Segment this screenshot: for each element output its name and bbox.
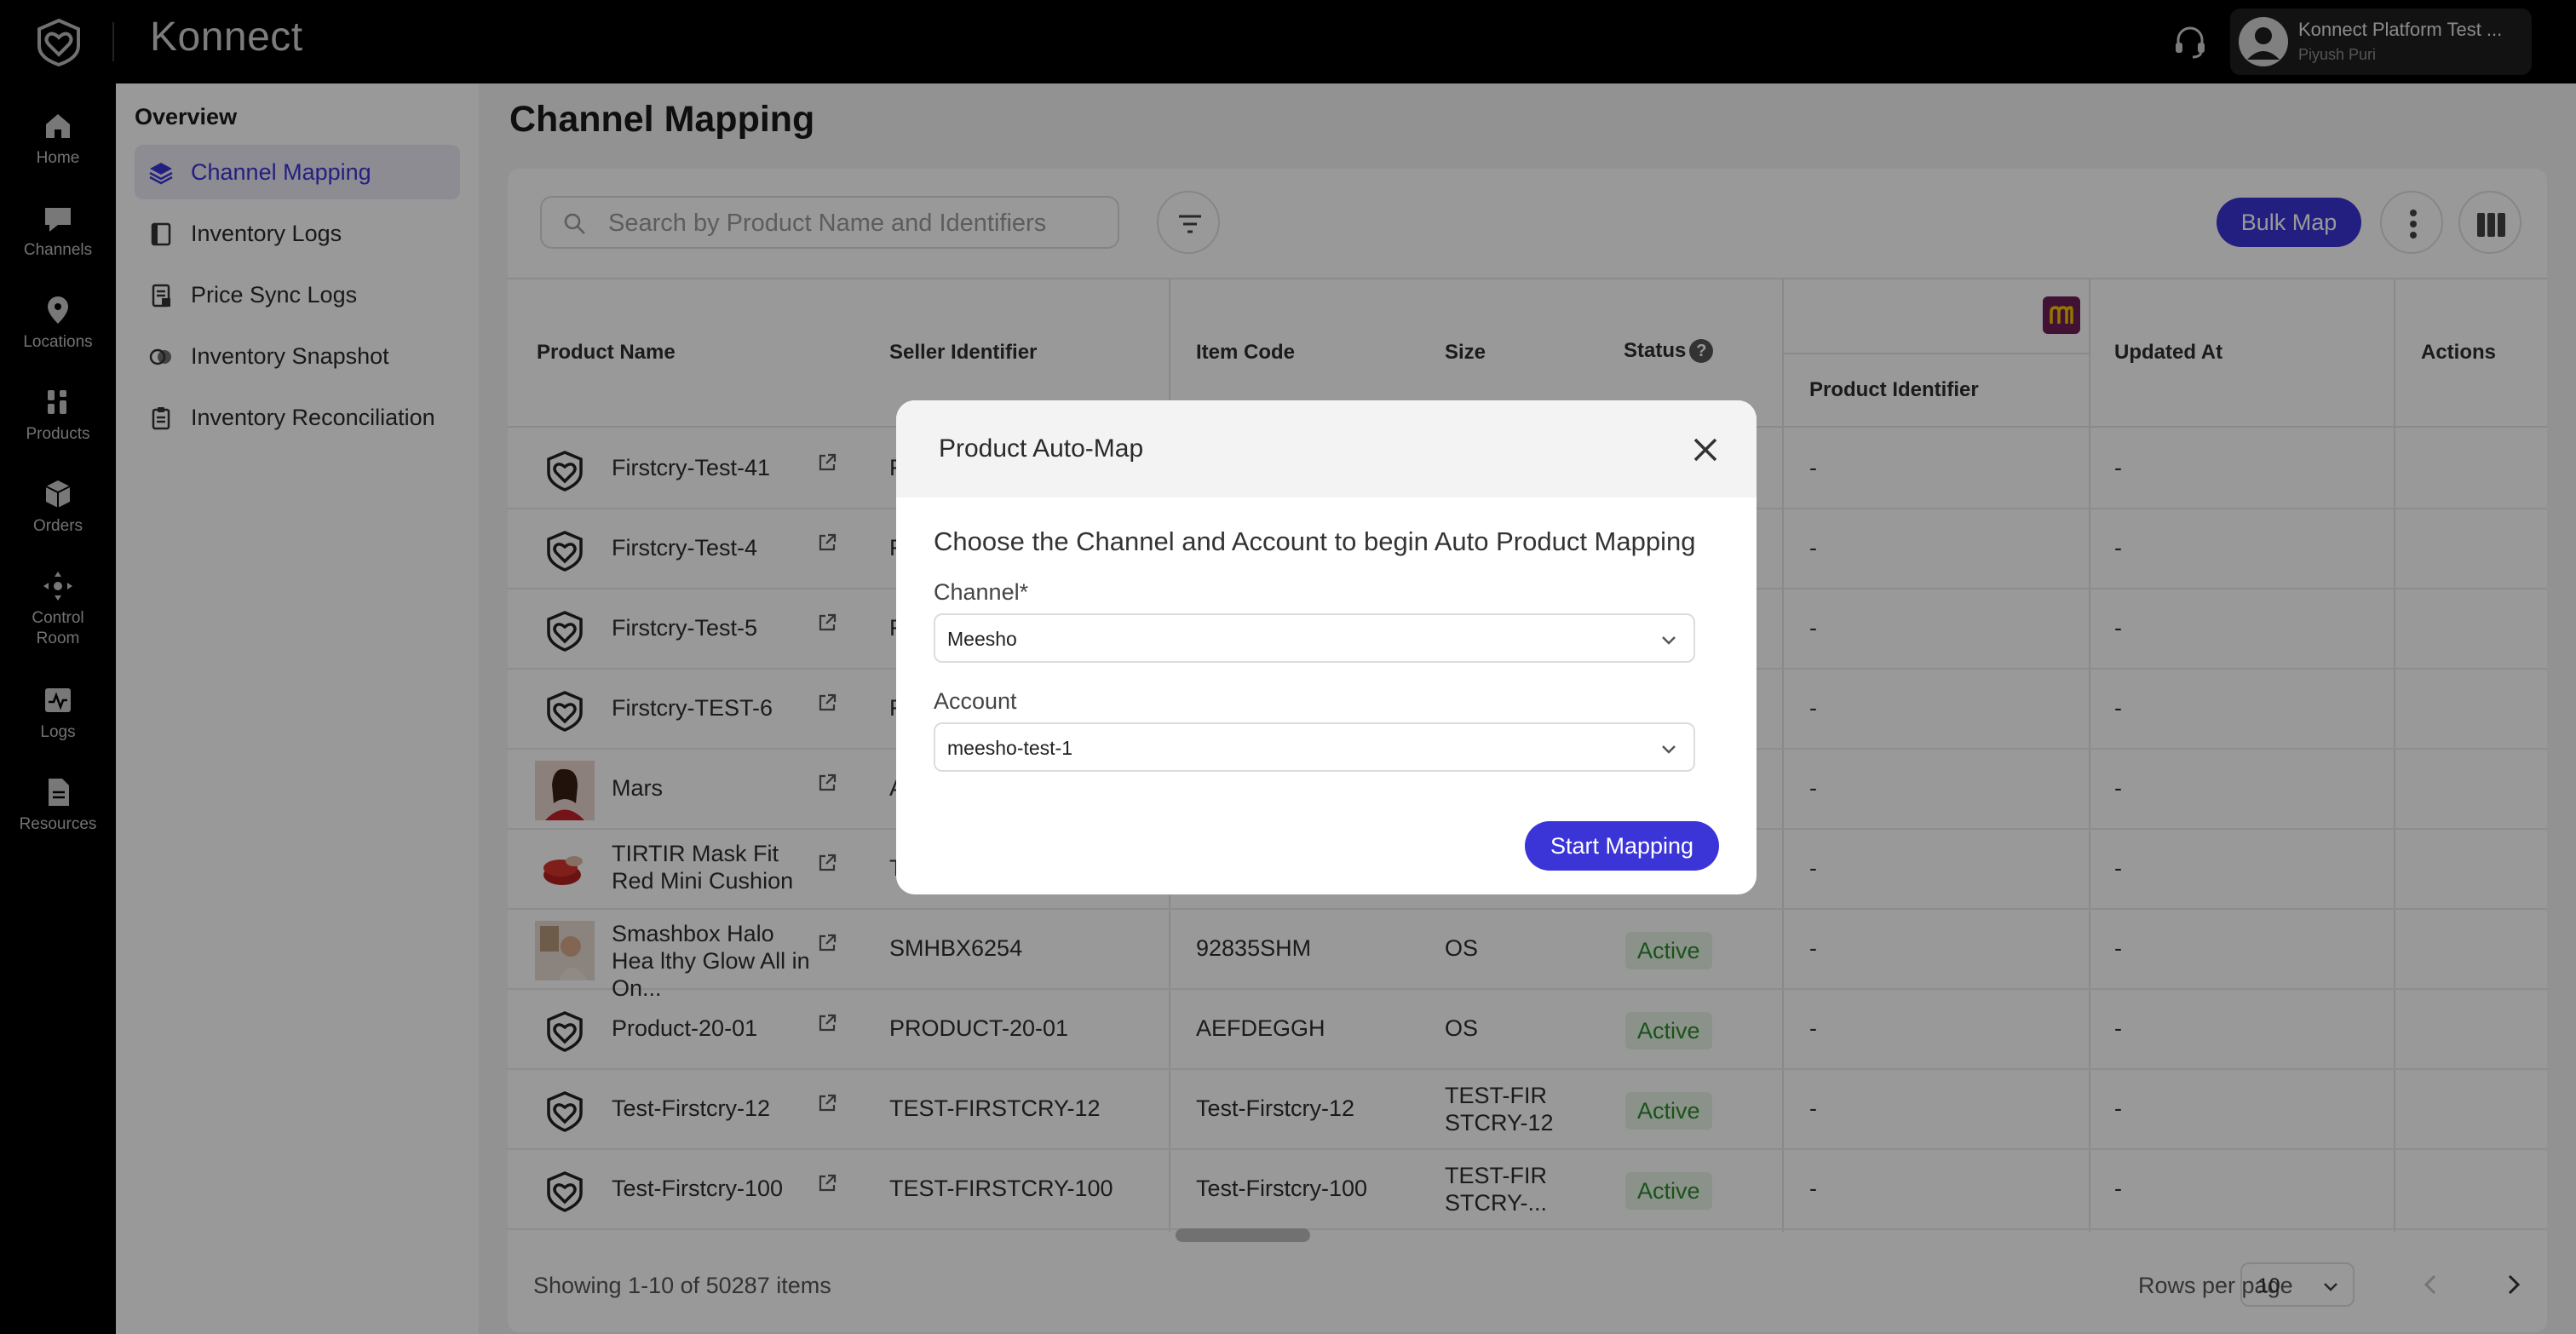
- chevron-down-icon: [1662, 745, 1676, 754]
- modal-header: Product Auto-Map: [896, 400, 1757, 497]
- modal-description: Choose the Channel and Account to begin …: [934, 526, 1696, 556]
- product-auto-map-dialog: Product Auto-Map Choose the Channel and …: [896, 400, 1757, 894]
- account-select[interactable]: meesho-test-1: [934, 722, 1695, 772]
- account-label: Account: [934, 688, 1017, 714]
- start-mapping-button[interactable]: Start Mapping: [1525, 821, 1719, 871]
- close-icon[interactable]: [1688, 433, 1722, 467]
- channel-select[interactable]: Meesho: [934, 613, 1695, 663]
- chevron-down-icon: [1662, 636, 1676, 645]
- channel-selected-value: Meesho: [947, 628, 1017, 650]
- account-selected-value: meesho-test-1: [947, 737, 1073, 759]
- modal-title: Product Auto-Map: [939, 434, 1144, 463]
- channel-label: Channel*: [934, 579, 1029, 605]
